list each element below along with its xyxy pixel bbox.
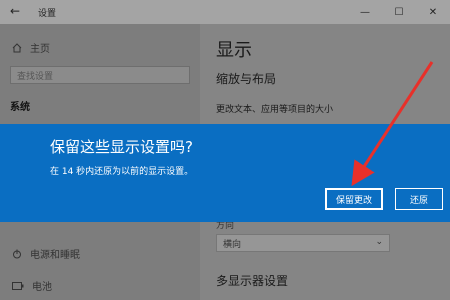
sidebar-item-label: 电池: [32, 282, 52, 293]
sidebar-item-label: 电源和睡眠: [30, 250, 80, 261]
keep-changes-button[interactable]: 保留更改: [325, 188, 383, 210]
sidebar-item-power-sleep[interactable]: 电源和睡眠: [12, 246, 80, 261]
title-bar: ← 设置 — ☐ ✕: [0, 0, 450, 24]
sidebar-home[interactable]: 主页: [12, 40, 50, 55]
change-size-label: 更改文本、应用等项目的大小: [216, 105, 334, 115]
sidebar-category-system: 系统: [10, 102, 30, 113]
home-icon: [12, 42, 22, 52]
sidebar-home-label: 主页: [30, 44, 50, 55]
battery-icon: [12, 281, 24, 290]
orientation-select[interactable]: 横向 ⌄: [216, 234, 390, 252]
chevron-down-icon: ⌄: [375, 237, 383, 247]
dialog-title: 保留这些显示设置吗?: [50, 138, 193, 156]
find-setting-input[interactable]: 查找设置: [10, 66, 190, 84]
window-controls: — ☐ ✕: [348, 0, 450, 24]
window-title: 设置: [38, 9, 57, 19]
keep-display-settings-dialog: 保留这些显示设置吗? 在 14 秒内还原为以前的显示设置。 保留更改 还原: [0, 124, 450, 222]
section-scale-layout: 缩放与布局: [216, 72, 277, 86]
dialog-message: 在 14 秒内还原为以前的显示设置。: [50, 167, 194, 177]
revert-button[interactable]: 还原: [395, 188, 443, 210]
back-arrow-icon[interactable]: ←: [10, 4, 20, 18]
minimize-button[interactable]: —: [348, 0, 382, 24]
orientation-value: 横向: [223, 240, 242, 250]
maximize-button[interactable]: ☐: [382, 0, 416, 24]
sidebar-item-battery[interactable]: 电池: [12, 278, 52, 293]
close-button[interactable]: ✕: [416, 0, 450, 24]
section-multiple-displays: 多显示器设置: [216, 274, 289, 288]
page-title: 显示: [216, 40, 252, 61]
power-sleep-icon: [13, 249, 21, 258]
